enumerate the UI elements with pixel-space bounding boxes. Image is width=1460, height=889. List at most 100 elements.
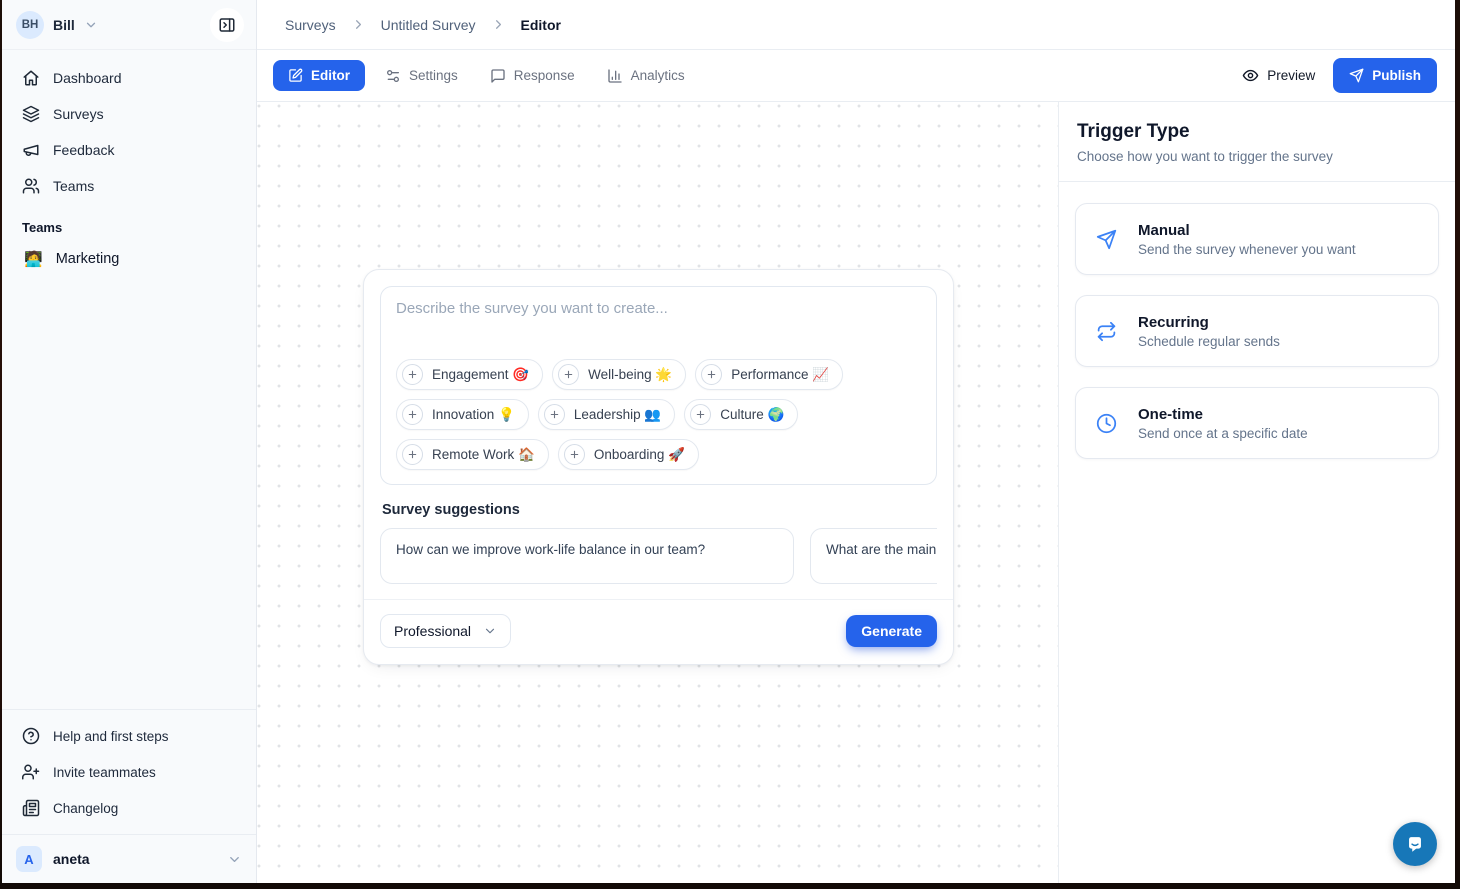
- suggestion-card[interactable]: What are the main ob: [810, 528, 937, 584]
- workspace-switcher[interactable]: BH Bill: [2, 0, 256, 50]
- sliders-icon: [385, 68, 401, 84]
- topic-chip-performance[interactable]: Performance 📈: [695, 359, 843, 390]
- generate-button[interactable]: Generate: [846, 615, 937, 647]
- layers-icon: [22, 105, 40, 123]
- topic-chip-culture[interactable]: Culture 🌍: [684, 399, 798, 430]
- plus-icon: [544, 404, 565, 425]
- tone-value: Professional: [394, 623, 471, 639]
- trigger-option-description: Send once at a specific date: [1138, 426, 1308, 441]
- plus-icon: [402, 444, 423, 465]
- panel-right-icon: [218, 16, 236, 34]
- team-emoji: 🧑‍💻: [24, 250, 43, 268]
- sidebar-item-changelog[interactable]: Changelog: [14, 792, 244, 824]
- sidebar-item-surveys[interactable]: Surveys: [14, 98, 244, 130]
- topic-chip-label: Leadership 👥: [574, 407, 661, 423]
- topic-chip-wellbeing[interactable]: Well-being 🌟: [552, 359, 686, 390]
- tab-editor[interactable]: Editor: [273, 60, 365, 91]
- trigger-option-one-time[interactable]: One-time Send once at a specific date: [1075, 387, 1439, 459]
- trigger-option-recurring[interactable]: Recurring Schedule regular sends: [1075, 295, 1439, 367]
- preview-label: Preview: [1267, 68, 1315, 83]
- topic-chip-remote-work[interactable]: Remote Work 🏠: [396, 439, 549, 470]
- topic-chips: Engagement 🎯 Well-being 🌟 Performance 📈: [396, 359, 921, 470]
- chat-bubble-icon: [1404, 833, 1426, 855]
- send-icon: [1349, 68, 1364, 83]
- topic-chip-onboarding[interactable]: Onboarding 🚀: [558, 439, 699, 470]
- home-icon: [22, 69, 40, 87]
- sidebar-nav: Dashboard Surveys Feedback Teams: [2, 50, 256, 279]
- sidebar-item-label: Feedback: [53, 142, 114, 158]
- sidebar-item-invite[interactable]: Invite teammates: [14, 756, 244, 788]
- sidebar-item-label: Teams: [53, 178, 94, 194]
- users-icon: [22, 177, 40, 195]
- main-column: Surveys Untitled Survey Editor Editor: [257, 0, 1455, 883]
- topic-chip-label: Remote Work 🏠: [432, 447, 535, 463]
- sidebar-item-help[interactable]: Help and first steps: [14, 720, 244, 752]
- sidebar: BH Bill Dashboard Surv: [2, 0, 257, 883]
- topic-chip-label: Innovation 💡: [432, 407, 515, 423]
- user-plus-icon: [22, 763, 40, 781]
- topic-chip-label: Performance 📈: [731, 367, 829, 383]
- chevron-down-icon: [483, 624, 497, 638]
- panel-title: Trigger Type: [1077, 121, 1437, 143]
- workspace-name: Bill: [53, 17, 75, 33]
- chart-column-icon: [607, 68, 623, 84]
- topic-chip-leadership[interactable]: Leadership 👥: [538, 399, 675, 430]
- sidebar-item-teams[interactable]: Teams: [14, 170, 244, 202]
- breadcrumb: Surveys Untitled Survey Editor: [257, 0, 1455, 50]
- repeat-icon: [1096, 321, 1117, 342]
- generator-footer: Professional Generate: [380, 600, 937, 648]
- survey-description-input[interactable]: [396, 300, 921, 359]
- topic-chip-engagement[interactable]: Engagement 🎯: [396, 359, 543, 390]
- breadcrumb-surveys[interactable]: Surveys: [285, 17, 336, 33]
- editor-canvas[interactable]: Engagement 🎯 Well-being 🌟 Performance 📈: [257, 102, 1058, 883]
- trigger-option-manual[interactable]: Manual Send the survey whenever you want: [1075, 203, 1439, 275]
- tab-settings[interactable]: Settings: [373, 60, 470, 92]
- trigger-option-title: One-time: [1138, 406, 1308, 423]
- trigger-option-text: Manual Send the survey whenever you want: [1138, 222, 1356, 257]
- sidebar-item-dashboard[interactable]: Dashboard: [14, 62, 244, 94]
- sidebar-spacer: [2, 279, 256, 709]
- megaphone-icon: [22, 141, 40, 159]
- sidebar-item-label: Dashboard: [53, 70, 122, 86]
- chevron-right-icon: [491, 17, 506, 32]
- sidebar-item-feedback[interactable]: Feedback: [14, 134, 244, 166]
- team-label: Marketing: [56, 251, 120, 267]
- publish-button[interactable]: Publish: [1333, 58, 1437, 93]
- panel-body: Manual Send the survey whenever you want…: [1059, 182, 1455, 480]
- send-icon: [1096, 229, 1117, 250]
- trigger-type-panel: Trigger Type Choose how you want to trig…: [1058, 102, 1455, 883]
- user-menu[interactable]: A aneta: [2, 834, 256, 883]
- breadcrumb-untitled-survey[interactable]: Untitled Survey: [381, 17, 476, 33]
- tab-response[interactable]: Response: [478, 60, 587, 92]
- tab-label: Analytics: [631, 68, 685, 83]
- topic-chip-label: Culture 🌍: [720, 407, 784, 423]
- sidebar-collapse-button[interactable]: [210, 8, 244, 42]
- sidebar-team-marketing[interactable]: 🧑‍💻 Marketing: [14, 243, 244, 275]
- tab-label: Settings: [409, 68, 458, 83]
- suggestions-row: How can we improve work-life balance in …: [380, 528, 937, 584]
- topic-chip-label: Engagement 🎯: [432, 367, 529, 383]
- tab-analytics[interactable]: Analytics: [595, 60, 697, 92]
- panel-subtitle: Choose how you want to trigger the surve…: [1077, 149, 1437, 164]
- chevron-down-icon: [84, 18, 98, 32]
- teams-section-label: Teams: [14, 206, 244, 239]
- trigger-option-description: Send the survey whenever you want: [1138, 242, 1356, 257]
- topic-chip-innovation[interactable]: Innovation 💡: [396, 399, 529, 430]
- sidebar-footer: Help and first steps Invite teammates Ch…: [2, 709, 256, 834]
- preview-button[interactable]: Preview: [1242, 67, 1315, 84]
- tone-select[interactable]: Professional: [380, 614, 511, 648]
- plus-icon: [690, 404, 711, 425]
- chat-launcher-button[interactable]: [1393, 822, 1437, 866]
- chevron-down-icon: [227, 852, 242, 867]
- newspaper-icon: [22, 799, 40, 817]
- trigger-option-title: Recurring: [1138, 314, 1280, 331]
- square-pen-icon: [288, 68, 303, 83]
- trigger-option-text: Recurring Schedule regular sends: [1138, 314, 1280, 349]
- tab-label: Editor: [311, 68, 350, 83]
- trigger-option-title: Manual: [1138, 222, 1356, 239]
- tabbar-actions: Preview Publish: [1242, 58, 1437, 93]
- sidebar-item-label: Changelog: [53, 801, 118, 816]
- breadcrumb-editor: Editor: [521, 17, 561, 33]
- suggestion-card[interactable]: How can we improve work-life balance in …: [380, 528, 794, 584]
- plus-icon: [564, 444, 585, 465]
